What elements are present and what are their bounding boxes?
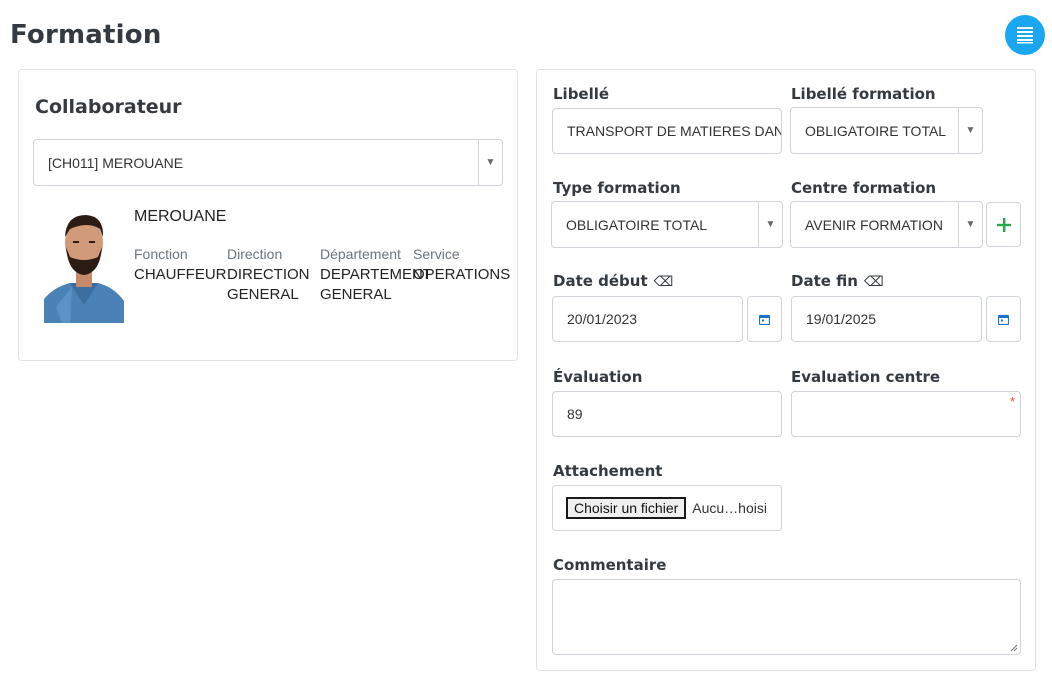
evaluation-input[interactable]: 89 xyxy=(552,391,782,437)
chevron-down-icon[interactable]: ▼ xyxy=(958,202,982,247)
chevron-down-icon[interactable]: ▼ xyxy=(958,108,982,153)
type-formation-label: Type formation xyxy=(553,179,681,197)
calendar-icon xyxy=(759,314,770,325)
date-fin-label: Date fin ⌫ xyxy=(791,272,884,290)
collaborateur-title: Collaborateur xyxy=(35,96,182,118)
date-debut-calendar-button[interactable] xyxy=(747,296,782,342)
libelle-formation-select[interactable]: OBLIGATOIRE TOTAL ▼ xyxy=(790,107,983,154)
date-fin-calendar-button[interactable] xyxy=(986,296,1021,342)
commentaire-textarea[interactable] xyxy=(552,579,1021,655)
fonction-value: CHAUFFEUR xyxy=(134,266,227,283)
departement-label: Département xyxy=(320,246,401,262)
avatar xyxy=(44,215,124,323)
collaborateur-card: Collaborateur [CH011] MEROUANE ▼ MEROUAN… xyxy=(18,69,518,361)
evaluation-value: 89 xyxy=(567,406,583,422)
plus-icon xyxy=(996,217,1011,232)
resize-grip-icon[interactable] xyxy=(1010,644,1018,652)
required-marker: * xyxy=(1009,394,1015,409)
libelle-label: Libellé xyxy=(553,85,610,103)
collaborateur-name: MEROUANE xyxy=(134,208,227,225)
collaborateur-select-value: [CH011] MEROUANE xyxy=(48,154,184,171)
direction-label: Direction xyxy=(227,246,283,262)
commentaire-label: Commentaire xyxy=(553,556,667,574)
libelle-formation-value: OBLIGATOIRE TOTAL xyxy=(805,122,947,139)
date-debut-value: 20/01/2023 xyxy=(567,311,638,327)
libelle-input[interactable]: TRANSPORT DE MATIERES DAN xyxy=(552,108,782,154)
evaluation-centre-input[interactable]: * xyxy=(791,391,1021,437)
chevron-down-icon[interactable]: ▼ xyxy=(758,202,782,247)
service-label: Service xyxy=(413,246,460,262)
chevron-down-icon[interactable]: ▼ xyxy=(478,140,502,185)
date-debut-label: Date début ⌫ xyxy=(553,272,673,290)
formation-form-card: Libellé TRANSPORT DE MATIERES DAN Libell… xyxy=(536,69,1036,671)
choose-file-button[interactable]: Choisir un fichier xyxy=(566,497,687,519)
date-fin-label-text: Date fin xyxy=(791,272,858,290)
libelle-value: TRANSPORT DE MATIERES DAN xyxy=(567,123,782,139)
collaborateur-select[interactable]: [CH011] MEROUANE ▼ xyxy=(33,139,503,186)
libelle-formation-label: Libellé formation xyxy=(791,85,936,103)
departement-value: DEPARTEMENT GENERAL xyxy=(320,266,432,303)
date-debut-label-text: Date début xyxy=(553,272,648,290)
page-title: Formation xyxy=(10,20,162,50)
direction-value: DIRECTION GENERAL xyxy=(227,266,310,303)
centre-formation-label: Centre formation xyxy=(791,179,937,197)
file-status: Aucu…hoisi xyxy=(692,500,767,516)
evaluation-centre-label: Evaluation centre xyxy=(791,368,941,386)
fonction-label: Fonction xyxy=(134,246,188,262)
attachement-label: Attachement xyxy=(553,462,663,480)
menu-button[interactable] xyxy=(1005,15,1045,55)
date-fin-input[interactable]: 19/01/2025 xyxy=(791,296,982,342)
type-formation-select[interactable]: OBLIGATOIRE TOTAL ▼ xyxy=(551,201,783,248)
calendar-icon xyxy=(998,314,1009,325)
type-formation-value: OBLIGATOIRE TOTAL xyxy=(566,216,708,233)
date-debut-input[interactable]: 20/01/2023 xyxy=(552,296,743,342)
service-value: OPERATIONS xyxy=(413,266,511,283)
date-fin-value: 19/01/2025 xyxy=(806,311,877,327)
add-centre-button[interactable] xyxy=(986,202,1021,247)
centre-formation-value: AVENIR FORMATION xyxy=(805,216,943,233)
list-icon xyxy=(1017,27,1033,44)
centre-formation-select[interactable]: AVENIR FORMATION ▼ xyxy=(790,201,983,248)
attachement-file-input[interactable]: Choisir un fichier Aucu…hoisi xyxy=(552,485,782,531)
eraser-icon[interactable]: ⌫ xyxy=(864,274,884,290)
evaluation-label: Évaluation xyxy=(553,368,643,386)
eraser-icon[interactable]: ⌫ xyxy=(654,274,674,290)
